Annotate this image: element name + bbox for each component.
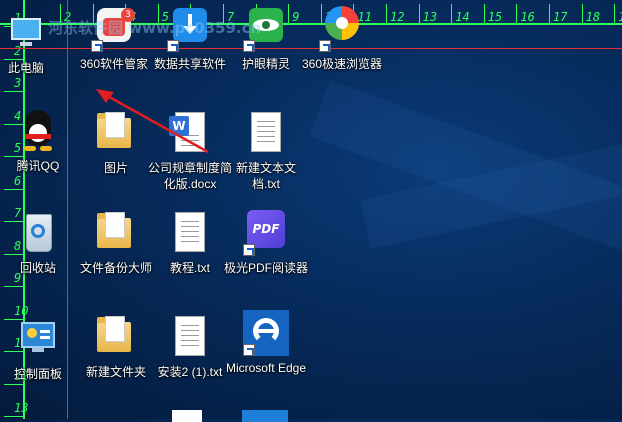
annotation-arrow <box>96 89 209 154</box>
